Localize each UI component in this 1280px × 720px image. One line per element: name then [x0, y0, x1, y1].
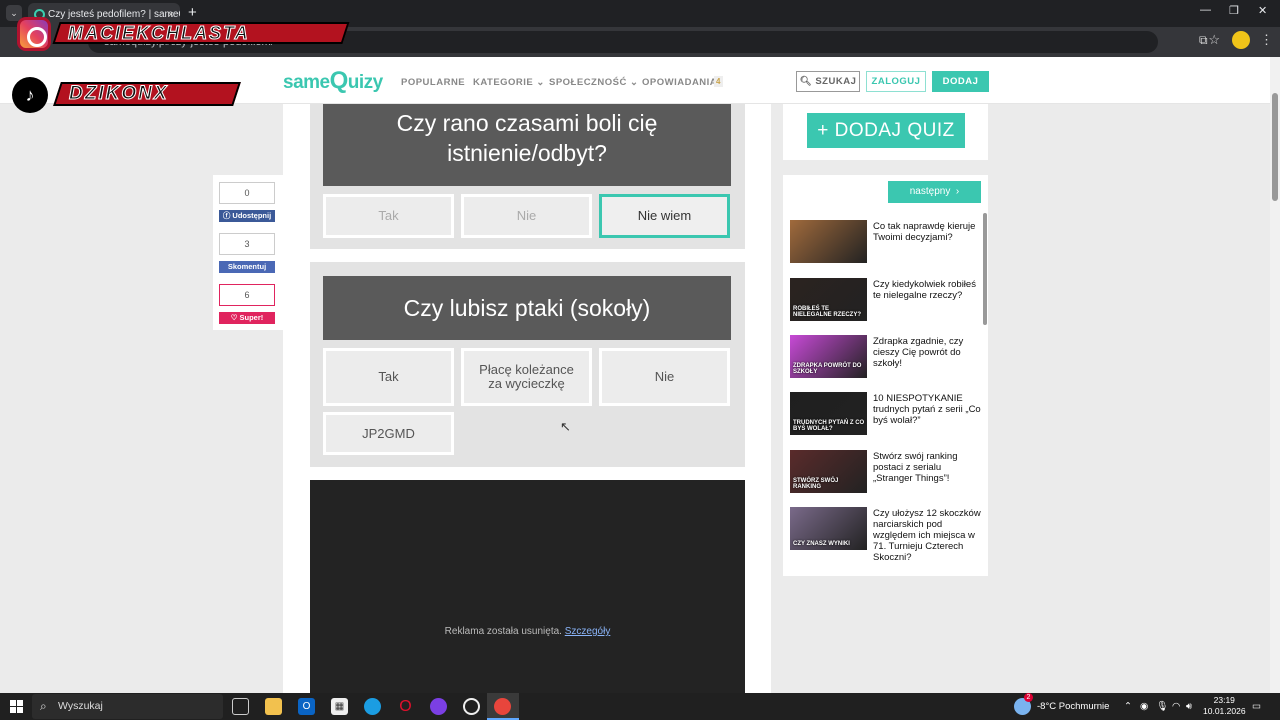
tiktok-handle-banner: DZIKONX — [53, 82, 241, 106]
edge-icon[interactable] — [364, 698, 381, 715]
comment-button[interactable]: Skomentuj — [219, 261, 275, 273]
wifi-icon[interactable]: ◠ — [1172, 693, 1180, 720]
tray-mic-icon[interactable]: 🎙︎ — [1156, 693, 1168, 720]
quiz-item-title[interactable]: Zdrapka zgadnie, czy cieszy Cię powrót d… — [873, 336, 981, 369]
opowiadania-badge: 4 — [714, 76, 723, 87]
quiz-thumbnail[interactable]: TRUDNYCH PYTAŃ Z CO BYŚ WOLAŁ? — [790, 392, 867, 435]
tray-chevron-icon[interactable]: ⌃ — [1124, 693, 1132, 720]
thumbnail-caption: ROBIŁEŚ TE NIELEGALNE RZECZY? — [793, 306, 862, 318]
task-view-icon[interactable] — [232, 698, 249, 715]
answer-q1-nie-wiem[interactable]: Nie wiem — [599, 194, 730, 238]
clock[interactable]: 23:19 10.01.2026 — [1203, 695, 1246, 717]
login-button[interactable]: ZALOGUJ — [866, 71, 926, 92]
nav-spolecznosc[interactable]: SPOŁECZNOŚĆ ⌄ — [549, 77, 638, 88]
search-icon: ⌕ — [40, 699, 47, 713]
tray-record-icon[interactable]: ◉ — [1140, 693, 1148, 720]
messenger-icon[interactable] — [430, 698, 447, 715]
quiz-item-title[interactable]: Czy ułożysz 12 skoczków narciarskich pod… — [873, 508, 981, 563]
mouse-cursor-icon: ↖ — [560, 419, 571, 434]
comment-count: 3 — [219, 233, 275, 255]
quiz-thumbnail[interactable]: STWÓRZ SWÓJ RANKING — [790, 450, 867, 493]
super-count: 6 — [219, 284, 275, 306]
profile-avatar[interactable] — [1232, 31, 1250, 49]
store-icon[interactable]: ▦ — [331, 698, 348, 715]
next-quiz-button[interactable]: następny › — [888, 181, 981, 203]
thumbnail-caption: CZY ZNASZ WYNIKI — [793, 541, 850, 547]
answer-q2-nie[interactable]: Nie — [599, 348, 730, 406]
ad-details-link[interactable]: Szczegóły — [565, 626, 611, 637]
thumbnail-caption: TRUDNYCH PYTAŃ Z CO BYŚ WOLAŁ? — [793, 420, 865, 432]
taskbar-search[interactable]: ⌕ Wyszukaj — [32, 694, 223, 719]
instagram-logo-icon — [17, 17, 51, 51]
bookmark-star-icon[interactable]: ☆ — [1208, 32, 1220, 48]
tiktok-logo-icon: ♪ — [12, 77, 48, 113]
page-scrollbar[interactable] — [1270, 57, 1280, 693]
question-block-1: Czy rano czasami boli cię istnienie/odby… — [310, 104, 745, 249]
chrome-icon[interactable] — [494, 698, 511, 715]
search-button[interactable]: 🔍︎ SZUKAJ — [796, 71, 860, 92]
answer-q1-nie[interactable]: Nie — [461, 194, 592, 238]
ad-message: Reklama została usunięta. — [444, 626, 562, 637]
maximize-button[interactable]: ❐ — [1229, 4, 1239, 17]
weather-badge: 2 — [1024, 693, 1033, 702]
page-scrollbar-thumb[interactable] — [1272, 93, 1278, 201]
nav-kategorie[interactable]: KATEGORIE ⌄ — [473, 77, 545, 88]
nav-opowiadania[interactable]: OPOWIADANIA — [642, 77, 717, 88]
quiz-item-title[interactable]: Czy kiedykolwiek robiłeś te nielegalne r… — [873, 279, 981, 301]
steam-icon[interactable] — [463, 698, 480, 715]
quiz-thumbnail[interactable]: CZY ZNASZ WYNIKI — [790, 507, 867, 550]
windows-start-icon[interactable] — [10, 700, 23, 713]
chrome-taskbar-slot[interactable] — [487, 693, 519, 720]
nav-popularne[interactable]: POPULARNE — [401, 77, 465, 88]
question-1-title: Czy rano czasami boli cię istnienie/odby… — [323, 104, 731, 186]
share-button[interactable]: ⓕ Udostępnij — [219, 210, 275, 222]
answer-q2-tak[interactable]: Tak — [323, 348, 454, 406]
question-block-2: Czy lubisz ptaki (sokoły) Tak Płacę kole… — [310, 262, 745, 467]
quiz-item-title[interactable]: 10 NIESPOTYKANIE trudnych pytań z serii … — [873, 393, 981, 426]
instagram-handle-banner: MACIEKCHLASTA — [52, 22, 350, 44]
new-tab-button[interactable]: + — [188, 3, 197, 23]
clock-date: 10.01.2026 — [1203, 706, 1246, 716]
quiz-item-title[interactable]: Stwórz swój ranking postaci z serialu „S… — [873, 451, 981, 484]
windows-taskbar: ⌕ Wyszukaj O ▦ O 2 -8°C Pochmurnie ⌃ ◉ 🎙︎… — [0, 693, 1280, 720]
weather-text[interactable]: -8°C Pochmurnie — [1037, 693, 1109, 720]
samequizy-logo[interactable]: sameQuizy — [283, 67, 383, 95]
thumbnail-caption: STWÓRZ SWÓJ RANKING — [793, 478, 839, 490]
answer-q2-place[interactable]: Płacę koleżance za wycieczkę — [461, 348, 592, 406]
extensions-icon[interactable]: ⧉ — [1199, 33, 1208, 48]
file-explorer-icon[interactable] — [265, 698, 282, 715]
ad-removed-text: Reklama została usunięta. Szczegóły — [310, 626, 745, 637]
tab-title: Czy jesteś pedofilem? | sameQ — [48, 9, 180, 20]
thumbnail-caption: ZDRAPKA POWRÓT DO SZKOŁY — [793, 363, 862, 375]
close-window-button[interactable]: ✕ — [1258, 4, 1267, 17]
answer-q2-jp2gmd[interactable]: JP2GMD — [323, 412, 454, 455]
share-widgets: 0 ⓕ Udostępnij 3 Skomentuj 6 ♡ Super! — [213, 175, 283, 330]
browser-menu-icon[interactable]: ⋮ — [1260, 32, 1273, 48]
answer-q1-tak[interactable]: Tak — [323, 194, 454, 238]
opera-icon[interactable]: O — [397, 698, 414, 715]
super-button[interactable]: ♡ Super! — [219, 312, 275, 324]
share-count: 0 — [219, 182, 275, 204]
quiz-thumbnail[interactable] — [790, 220, 867, 263]
add-quiz-button[interactable]: + DODAJ QUIZ — [807, 113, 965, 148]
minimize-button[interactable]: — — [1200, 4, 1211, 16]
notifications-icon[interactable]: ▭ — [1252, 693, 1261, 720]
volume-icon[interactable]: 🔊︎ — [1186, 693, 1192, 720]
question-2-title: Czy lubisz ptaki (sokoły) — [323, 276, 731, 340]
quiz-thumbnail[interactable]: ROBIŁEŚ TE NIELEGALNE RZECZY? — [790, 278, 867, 321]
add-button[interactable]: DODAJ — [932, 71, 989, 92]
clock-time: 23:19 — [1213, 695, 1235, 705]
ad-placeholder: Reklama została usunięta. Szczegóły — [310, 480, 745, 694]
quiz-item-title[interactable]: Co tak naprawdę kieruje Twoimi decyzjami… — [873, 221, 981, 243]
sidebar-scrollbar[interactable] — [983, 213, 987, 325]
quiz-thumbnail[interactable]: ZDRAPKA POWRÓT DO SZKOŁY — [790, 335, 867, 378]
outlook-icon[interactable]: O — [298, 698, 315, 715]
